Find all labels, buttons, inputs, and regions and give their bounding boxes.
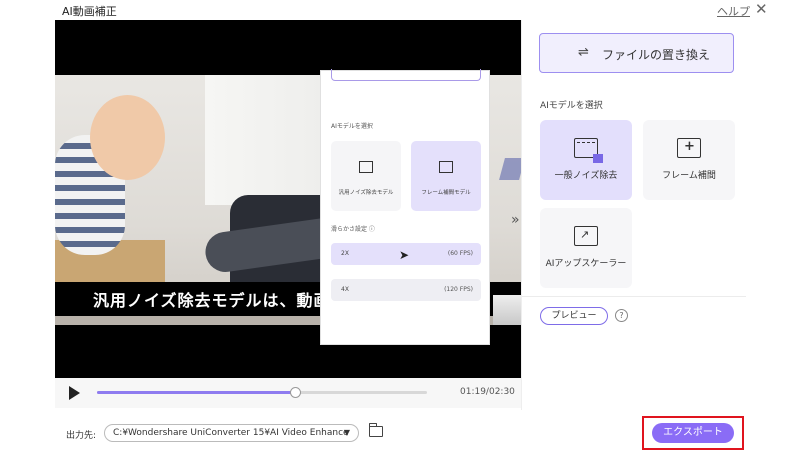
- film-icon: [359, 161, 373, 173]
- output-location-label: 出力先:: [66, 431, 97, 441]
- chevron-right-icon: »: [511, 212, 520, 228]
- help-link[interactable]: ヘルプ: [717, 3, 750, 19]
- divider: [522, 296, 746, 297]
- replace-file-label: ファイルの置き換え: [602, 48, 711, 62]
- settings-panel: ⇌ ファイルの置き換え AIモデルを選択 一般ノイズ除去 フレーム補間 AIアッ…: [521, 20, 746, 410]
- overlay-row-4x: 4X (120 FPS): [331, 279, 481, 301]
- seek-bar[interactable]: [97, 391, 427, 394]
- model-card-label: AIアップスケーラー: [545, 259, 627, 269]
- video-preview: 汎用ノイズ除去モデルは、動画内のノイズを除去し AIモデルを選択 汎用ノイズ除去…: [55, 20, 521, 378]
- swap-icon: ⇌: [578, 45, 589, 60]
- model-card-noise-removal[interactable]: 一般ノイズ除去: [540, 120, 632, 200]
- export-button[interactable]: エクスポート: [652, 423, 734, 443]
- model-card-label: 一般ノイズ除去: [554, 171, 618, 181]
- seek-handle[interactable]: [290, 387, 301, 398]
- video-overlay-panel: AIモデルを選択 汎用ノイズ除去モデル フレーム補間モデル 滑らかさ設定 ⓘ 2…: [320, 69, 490, 345]
- person-thumbnail: [493, 295, 521, 325]
- timecode: 01:19/02:30: [460, 387, 515, 397]
- output-path-value: C:¥Wondershare UniConverter 15¥AI Video …: [113, 428, 349, 438]
- replace-file-button[interactable]: ⇌ ファイルの置き換え: [539, 33, 734, 73]
- model-card-frame-interpolation[interactable]: フレーム補間: [643, 120, 735, 200]
- overlay-model-label: AIモデルを選択: [331, 123, 373, 130]
- overlay-smooth-label: 滑らかさ設定 ⓘ: [331, 226, 375, 233]
- model-card-label: フレーム補間: [662, 171, 716, 181]
- player-controls: 01:19/02:30: [55, 378, 521, 408]
- close-icon[interactable]: ✕: [755, 0, 768, 18]
- help-circle-icon[interactable]: ?: [615, 309, 628, 322]
- mouse-cursor-icon: ➤: [399, 248, 410, 262]
- play-icon[interactable]: [69, 386, 80, 400]
- output-path-dropdown[interactable]: C:¥Wondershare UniConverter 15¥AI Video …: [104, 424, 359, 442]
- upscale-icon: [574, 226, 598, 246]
- model-card-upscaler[interactable]: AIアップスケーラー: [540, 208, 632, 288]
- chevron-down-icon: ▼: [343, 428, 350, 437]
- overlay-card-frame: フレーム補間モデル: [411, 141, 481, 211]
- overlay-card-noise: 汎用ノイズ除去モデル: [331, 141, 401, 211]
- title-bar: AI動画補正 ヘルプ ✕: [0, 0, 800, 20]
- film-noise-icon: [574, 138, 603, 163]
- frame-interpolation-icon: [677, 138, 701, 158]
- overlay-row-2x: 2X (60 FPS) ➤: [331, 243, 481, 265]
- folder-icon[interactable]: [368, 423, 383, 437]
- model-section-label: AIモデルを選択: [540, 101, 603, 111]
- preview-button[interactable]: プレビュー: [540, 307, 608, 325]
- seek-progress: [97, 391, 295, 394]
- window-title: AI動画補正: [62, 5, 117, 18]
- frame-icon: [439, 161, 453, 173]
